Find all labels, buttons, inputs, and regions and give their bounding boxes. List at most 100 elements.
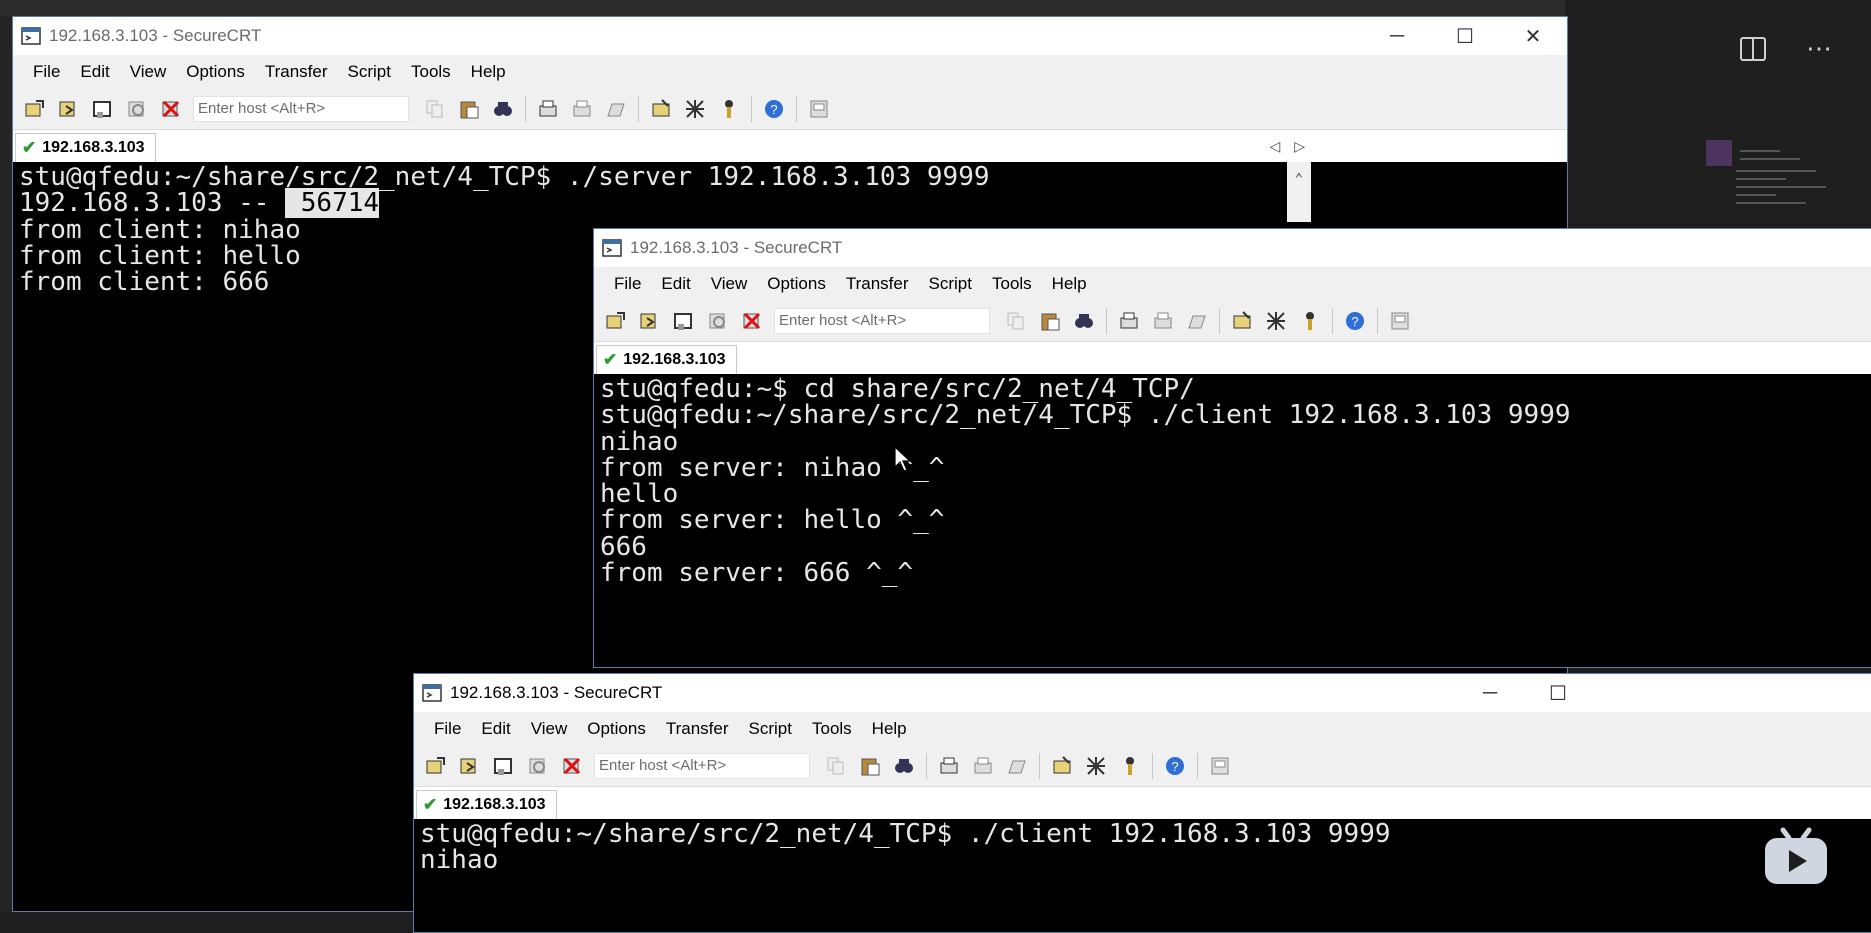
print-selection-icon[interactable] bbox=[971, 754, 995, 778]
menu-script[interactable]: Script bbox=[919, 274, 982, 294]
help-icon[interactable]: ? bbox=[1163, 754, 1187, 778]
enter-host-input[interactable]: Enter host <Alt+R> bbox=[193, 96, 409, 122]
paste-icon[interactable] bbox=[858, 754, 882, 778]
terminal-output[interactable]: stu@qfedu:~/share/src/2_net/4_TCP$ ./cli… bbox=[414, 819, 1871, 932]
menu-help[interactable]: Help bbox=[862, 719, 917, 739]
menu-edit[interactable]: Edit bbox=[471, 719, 520, 739]
tab-scroll-left-icon[interactable]: ◁ bbox=[1269, 138, 1280, 155]
menu-transfer[interactable]: Transfer bbox=[656, 719, 739, 739]
tab-scroll-right-icon[interactable]: ▷ bbox=[1294, 138, 1305, 155]
menu-help[interactable]: Help bbox=[1042, 274, 1097, 294]
menu-options[interactable]: Options bbox=[577, 719, 656, 739]
menu-tools[interactable]: Tools bbox=[802, 719, 862, 739]
print-selection-icon[interactable] bbox=[1151, 309, 1175, 333]
menu-options[interactable]: Options bbox=[176, 62, 255, 82]
menu-edit[interactable]: Edit bbox=[70, 62, 119, 82]
connect-in-tab-icon[interactable] bbox=[492, 754, 516, 778]
menu-view[interactable]: View bbox=[701, 274, 758, 294]
maximize-button[interactable]: ☐ bbox=[1431, 17, 1499, 55]
menu-bar: File Edit View Options Transfer Script T… bbox=[13, 55, 1567, 89]
keymap-icon[interactable] bbox=[717, 97, 741, 121]
menu-help[interactable]: Help bbox=[461, 62, 516, 82]
print-icon[interactable] bbox=[937, 754, 961, 778]
enter-host-input[interactable]: Enter host <Alt+R> bbox=[774, 308, 990, 334]
menu-view[interactable]: View bbox=[120, 62, 177, 82]
reconnect-icon[interactable] bbox=[125, 97, 149, 121]
print-setup-icon[interactable] bbox=[1185, 309, 1209, 333]
sftp-icon[interactable] bbox=[1208, 754, 1232, 778]
global-options-icon[interactable] bbox=[1264, 309, 1288, 333]
help-icon[interactable]: ? bbox=[1343, 309, 1367, 333]
copy-icon[interactable] bbox=[824, 754, 848, 778]
terminal-line: stu@qfedu:~/share/src/2_net/4_TCP$ ./cli… bbox=[420, 819, 1391, 849]
terminal-line: 666 bbox=[600, 531, 647, 562]
print-icon[interactable] bbox=[1117, 309, 1141, 333]
menu-script[interactable]: Script bbox=[739, 719, 802, 739]
scroll-up-icon[interactable]: ⌃ bbox=[1287, 162, 1311, 192]
menu-transfer[interactable]: Transfer bbox=[255, 62, 338, 82]
terminal-output[interactable]: stu@qfedu:~$ cd share/src/2_net/4_TCP/st… bbox=[594, 374, 1871, 667]
print-icon[interactable] bbox=[536, 97, 560, 121]
quick-connect-icon[interactable] bbox=[458, 754, 482, 778]
paste-icon[interactable] bbox=[457, 97, 481, 121]
copy-icon[interactable] bbox=[423, 97, 447, 121]
minimize-button[interactable]: ─ bbox=[1363, 17, 1431, 55]
maximize-button[interactable]: ☐ bbox=[1524, 674, 1592, 712]
window-title-bar[interactable]: 192.168.3.103 - SecureCRT bbox=[594, 229, 1871, 267]
disconnect-icon[interactable] bbox=[560, 754, 584, 778]
menu-transfer[interactable]: Transfer bbox=[836, 274, 919, 294]
session-tab[interactable]: ✔ 192.168.3.103 bbox=[416, 790, 557, 819]
sftp-icon[interactable] bbox=[807, 97, 831, 121]
find-icon[interactable] bbox=[491, 97, 515, 121]
disconnect-icon[interactable] bbox=[159, 97, 183, 121]
terminal-scrollbar[interactable]: ⌃ bbox=[1287, 162, 1311, 222]
menu-view[interactable]: View bbox=[521, 719, 578, 739]
print-setup-icon[interactable] bbox=[604, 97, 628, 121]
session-tab[interactable]: ✔ 192.168.3.103 bbox=[596, 345, 737, 374]
disconnect-icon[interactable] bbox=[740, 309, 764, 333]
session-tab[interactable]: ✔ 192.168.3.103 bbox=[15, 133, 156, 162]
global-options-icon[interactable] bbox=[683, 97, 707, 121]
menu-file[interactable]: File bbox=[424, 719, 471, 739]
minimize-button[interactable]: ─ bbox=[1456, 674, 1524, 712]
menu-script[interactable]: Script bbox=[338, 62, 401, 82]
connect-icon[interactable] bbox=[604, 309, 628, 333]
print-setup-icon[interactable] bbox=[1005, 754, 1029, 778]
print-selection-icon[interactable] bbox=[570, 97, 594, 121]
menu-options[interactable]: Options bbox=[757, 274, 836, 294]
connect-in-tab-icon[interactable] bbox=[91, 97, 115, 121]
split-editor-icon[interactable] bbox=[1738, 34, 1768, 64]
connect-in-tab-icon[interactable] bbox=[672, 309, 696, 333]
enter-host-input[interactable]: Enter host <Alt+R> bbox=[594, 753, 810, 779]
session-options-icon[interactable] bbox=[649, 97, 673, 121]
terminal-line: from server: nihao ^_^ bbox=[600, 452, 945, 483]
paste-icon[interactable] bbox=[1038, 309, 1062, 333]
keymap-icon[interactable] bbox=[1118, 754, 1142, 778]
menu-tools[interactable]: Tools bbox=[401, 62, 461, 82]
connect-icon[interactable] bbox=[424, 754, 448, 778]
more-actions-icon[interactable]: ⋯ bbox=[1806, 34, 1834, 62]
menu-edit[interactable]: Edit bbox=[651, 274, 700, 294]
window-title-bar[interactable]: 192.168.3.103 - SecureCRT ─ ☐ bbox=[414, 674, 1871, 712]
sftp-icon[interactable] bbox=[1388, 309, 1412, 333]
window-title-bar[interactable]: 192.168.3.103 - SecureCRT ─ ☐ ✕ bbox=[13, 17, 1567, 55]
connect-icon[interactable] bbox=[23, 97, 47, 121]
menu-file[interactable]: File bbox=[23, 62, 70, 82]
toolbar-separator bbox=[1377, 308, 1378, 334]
menu-file[interactable]: File bbox=[604, 274, 651, 294]
quick-connect-icon[interactable] bbox=[57, 97, 81, 121]
help-icon[interactable]: ? bbox=[762, 97, 786, 121]
keymap-icon[interactable] bbox=[1298, 309, 1322, 333]
session-options-icon[interactable] bbox=[1230, 309, 1254, 333]
global-options-icon[interactable] bbox=[1084, 754, 1108, 778]
toolbar-separator bbox=[1332, 308, 1333, 334]
quick-connect-icon[interactable] bbox=[638, 309, 662, 333]
find-icon[interactable] bbox=[1072, 309, 1096, 333]
find-icon[interactable] bbox=[892, 754, 916, 778]
copy-icon[interactable] bbox=[1004, 309, 1028, 333]
close-button[interactable]: ✕ bbox=[1499, 17, 1567, 55]
menu-tools[interactable]: Tools bbox=[982, 274, 1042, 294]
reconnect-icon[interactable] bbox=[526, 754, 550, 778]
reconnect-icon[interactable] bbox=[706, 309, 730, 333]
session-options-icon[interactable] bbox=[1050, 754, 1074, 778]
